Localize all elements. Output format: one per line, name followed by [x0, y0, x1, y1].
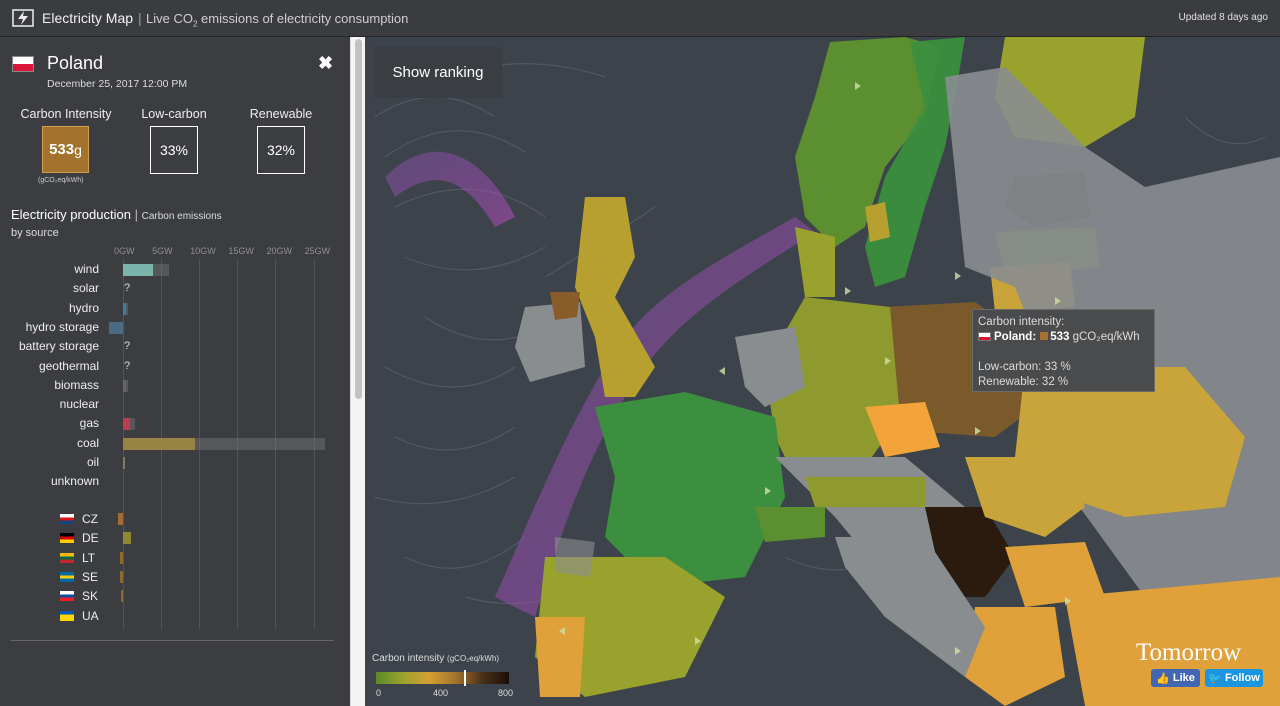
axis-tick-label: 15GW — [228, 246, 254, 256]
low-carbon-value: 33% — [150, 126, 198, 174]
thumbs-up-icon: 👍 — [1156, 672, 1170, 685]
panel-datetime: December 25, 2017 12:00 PM — [47, 78, 188, 90]
exchange-bar[interactable] — [120, 590, 123, 603]
country-tooltip: Carbon intensity: Poland: 533 gCO₂eq/kWh … — [972, 309, 1155, 392]
exchange-country-label: SK — [82, 589, 99, 604]
carbon-intensity-label: Carbon Intensity — [20, 107, 112, 121]
app-subtitle: Live CO2 emissions of electricity consum… — [146, 11, 409, 29]
exchange-country-label: DE — [82, 531, 99, 546]
tomorrow-brand[interactable]: Tomorrow — [1136, 639, 1241, 667]
production-bar[interactable] — [123, 437, 196, 450]
production-bar[interactable] — [123, 379, 127, 392]
source-label: oil — [86, 455, 99, 469]
country-name: Poland — [47, 53, 104, 73]
country-flag-icon — [60, 610, 74, 621]
poland-flag-icon — [12, 56, 34, 72]
updated-status: Updated 8 days ago — [1178, 12, 1268, 23]
axis-tick-label: 20GW — [266, 246, 292, 256]
production-title: Electricity production | Carbon emission… — [11, 207, 222, 222]
renewable-value: 32% — [257, 126, 305, 174]
low-carbon-label: Low-carbon — [141, 107, 207, 121]
tooltip-country-line: Poland: 533 gCO₂eq/kWh — [978, 330, 1149, 345]
country-flag-icon — [60, 533, 74, 544]
exchange-bar[interactable] — [119, 551, 123, 564]
unknown-value-mark: ? — [124, 359, 131, 372]
production-bar[interactable] — [123, 302, 126, 315]
unknown-value-mark: ? — [124, 340, 131, 353]
legend-tick-mid: 400 — [433, 688, 449, 698]
country-flag-icon — [60, 571, 74, 582]
close-icon[interactable]: ✖ — [318, 53, 333, 74]
country-panel: Poland December 25, 2017 12:00 PM ✖ Carb… — [0, 37, 350, 706]
exchange-country-label: LT — [82, 550, 96, 565]
app-title: Electricity Map — [42, 10, 134, 26]
show-ranking-button[interactable]: Show ranking — [374, 47, 502, 98]
top-bar: Electricity Map | Live CO2 emissions of … — [0, 0, 1280, 37]
source-label: battery storage — [18, 339, 99, 354]
production-bar[interactable] — [123, 457, 125, 469]
carbon-intensity-legend: Carbon intensity (gCO₂eq/kWh) 0 400 800 — [372, 653, 517, 703]
panel-scrollbar[interactable] — [350, 37, 365, 706]
twitter-bird-icon: 🐦 — [1208, 672, 1222, 685]
facebook-like-button[interactable]: 👍 Like — [1151, 669, 1200, 687]
scrollbar-thumb[interactable] — [355, 39, 362, 399]
source-label: gas — [79, 416, 99, 431]
country-flag-icon — [60, 552, 74, 563]
source-label: geothermal — [38, 358, 99, 373]
europe-map[interactable]: Show ranking Carbon intensity: Poland: 53… — [365, 37, 1280, 706]
intensity-swatch — [1040, 332, 1049, 340]
carbon-intensity-box: 533 g — [42, 126, 89, 173]
legend-color-scale — [376, 672, 509, 684]
electricity-map-logo-icon — [12, 9, 34, 27]
source-label: biomass — [54, 377, 99, 392]
exchange-bar[interactable] — [119, 570, 123, 583]
tooltip-title: Carbon intensity: — [978, 316, 1065, 328]
production-bar[interactable] — [123, 264, 154, 276]
exchange-country-label: SE — [82, 569, 99, 584]
twitter-follow-button[interactable]: 🐦 Follow — [1205, 669, 1263, 687]
exchange-country-label: CZ — [82, 512, 98, 526]
axis-tick-label: 0GW — [114, 246, 135, 256]
exchange-country-label: UA — [82, 608, 99, 623]
axis-tick-label: 5GW — [152, 246, 173, 256]
production-subtitle: by source — [11, 227, 59, 239]
carbon-emissions-tab[interactable]: Carbon emissions — [142, 211, 222, 222]
source-label: coal — [76, 435, 99, 450]
title-separator: | — [138, 10, 142, 26]
source-label: hydro — [68, 300, 99, 315]
legend-title: Carbon intensity (gCO₂eq/kWh) — [372, 653, 500, 664]
country-flag-icon — [60, 591, 74, 602]
source-label: wind — [74, 262, 99, 276]
source-label: nuclear — [59, 397, 99, 412]
legend-tick-min: 0 — [376, 688, 382, 698]
panel-divider — [11, 640, 334, 641]
production-bar[interactable] — [123, 418, 130, 431]
source-label: solar — [72, 281, 99, 296]
unknown-value-mark: ? — [124, 282, 131, 295]
exchange-bar[interactable] — [118, 513, 123, 525]
tooltip-renewable: Renewable: 32 % — [978, 376, 1069, 388]
renewable-label: Renewable — [249, 107, 313, 121]
source-label: unknown — [50, 474, 99, 489]
source-label: hydro storage — [25, 319, 99, 334]
tooltip-low-carbon: Low-carbon: 33 % — [978, 361, 1071, 373]
legend-tick-max: 800 — [498, 688, 514, 698]
carbon-intensity-unit: (gCO₂eq/kWh) — [38, 177, 84, 184]
exchange-bar[interactable] — [123, 532, 131, 545]
production-bar[interactable] — [109, 321, 123, 334]
axis-tick-label: 10GW — [190, 246, 216, 256]
country-flag-icon — [60, 514, 74, 524]
poland-flag-icon — [978, 332, 991, 341]
axis-tick-label: 25GW — [304, 246, 331, 256]
legend-marker — [464, 670, 466, 686]
